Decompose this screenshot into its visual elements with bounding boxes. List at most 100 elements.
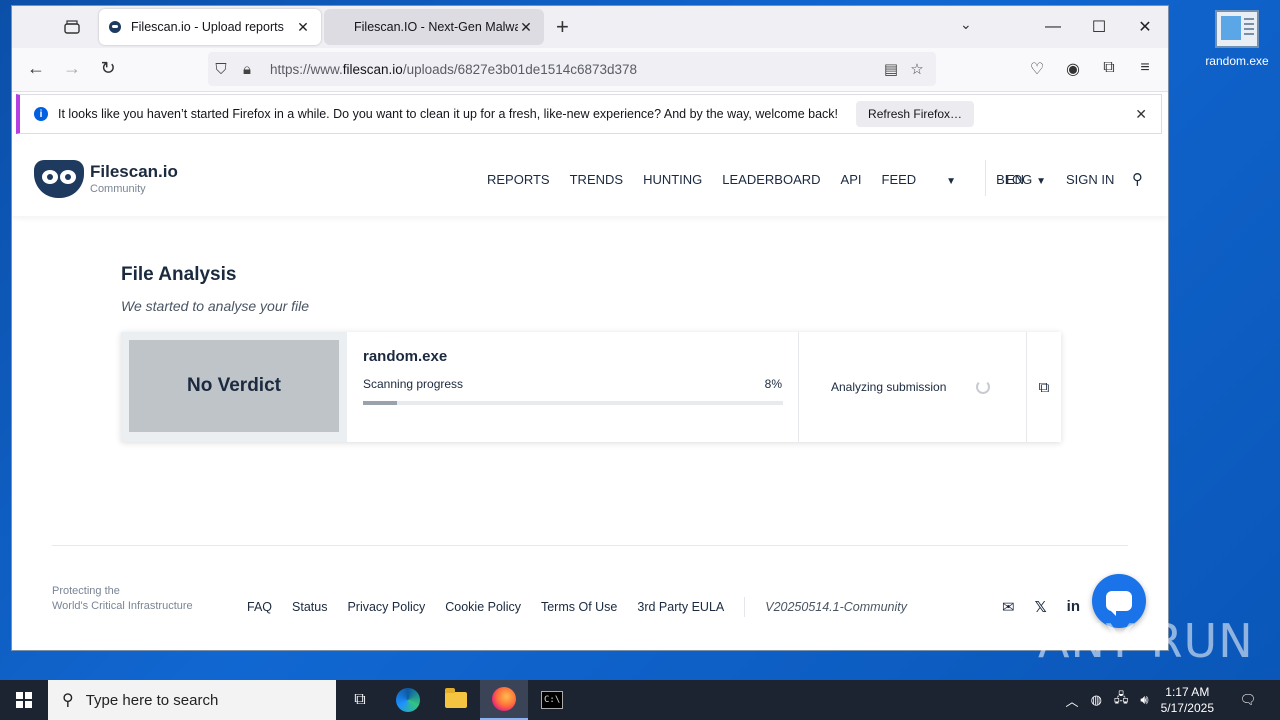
tracking-shield-icon[interactable]: ⛉ [208, 61, 234, 78]
nav-trends[interactable]: TRENDS [570, 172, 623, 187]
network-icon[interactable]: 🖧︎ [1114, 689, 1129, 711]
progress-label: Scanning progress [363, 377, 464, 391]
forward-arrow-icon[interactable]: → [60, 58, 84, 79]
close-tab-icon[interactable]: ✕ [518, 19, 534, 36]
progress-row: Scanning progress 8% [363, 377, 782, 391]
file-info: random.exe Scanning progress 8% [347, 332, 799, 442]
filescan-favicon-icon [109, 21, 121, 33]
taskbar-search[interactable]: ⚲ Type here to search [48, 680, 336, 720]
firefox-icon [492, 687, 516, 711]
search-icon[interactable]: ⚲ [1132, 170, 1143, 188]
firefox-taskbar-button[interactable] [480, 680, 528, 720]
analysis-result-card: No Verdict random.exe Scanning progress … [121, 332, 1061, 442]
nav-api[interactable]: API [841, 172, 862, 187]
email-icon[interactable]: ✉ [1002, 598, 1015, 616]
refresh-firefox-button[interactable]: Refresh Firefox… [856, 101, 975, 127]
maximize-icon[interactable]: ☐ [1076, 6, 1122, 48]
owl-logo-icon [32, 156, 86, 200]
lock-icon[interactable]: 🔒︎ [234, 61, 260, 78]
account-icon[interactable]: ◉ [1062, 59, 1084, 79]
desktop-icon-label: random.exe [1205, 54, 1269, 68]
tab-title: Filescan.io - Upload reports [131, 20, 284, 34]
window-controls: — ☐ ✕ [1030, 6, 1168, 48]
page-title: File Analysis [121, 264, 237, 285]
executable-icon [1215, 10, 1259, 48]
footer-link-eula[interactable]: 3rd Party EULA [637, 600, 724, 617]
new-tab-plus-icon[interactable]: + [556, 14, 569, 40]
footer-link-status[interactable]: Status [292, 600, 327, 617]
chevron-up-icon[interactable]: ︿ [1066, 691, 1079, 710]
progress-percent: 8% [764, 377, 782, 391]
tab-title: Filescan.IO - Next-Gen Malwar [354, 20, 518, 34]
language-label: EN [1006, 172, 1025, 187]
footer-link-faq[interactable]: FAQ [247, 600, 272, 617]
nav-leaderboard[interactable]: LEADERBOARD [722, 172, 820, 187]
language-selector[interactable]: EN ▼ [1006, 172, 1046, 187]
url-bar[interactable]: ⛉ 🔒︎ https://www.filescan.io/uploads/682… [208, 52, 936, 86]
pocket-icon[interactable]: ♡ [1026, 59, 1048, 79]
verdict-badge: No Verdict [129, 340, 339, 432]
cmd-taskbar-button[interactable]: C:\ [528, 680, 576, 720]
bookmark-star-icon[interactable]: ☆ [904, 60, 930, 78]
close-window-icon[interactable]: ✕ [1122, 6, 1168, 48]
progress-bar [363, 401, 783, 405]
footer-link-privacy[interactable]: Privacy Policy [347, 600, 425, 617]
start-button[interactable] [0, 680, 48, 720]
footer-link-terms[interactable]: Terms Of Use [541, 600, 617, 617]
tab-filescan-upload[interactable]: Filescan.io - Upload reports ✕ [99, 9, 321, 45]
nav-feed-label: FEED [881, 172, 917, 187]
terminal-icon: C:\ [541, 691, 563, 709]
toolbar-right: ♡ ◉ ⧉ ≡ [1026, 59, 1156, 79]
file-explorer-taskbar-button[interactable] [432, 680, 480, 720]
search-icon: ⚲ [62, 692, 74, 709]
chevron-down-icon: ▼ [1036, 176, 1046, 187]
folder-icon [445, 688, 467, 708]
clock-time: 1:17 AM [1165, 685, 1210, 699]
edge-taskbar-button[interactable] [384, 680, 432, 720]
firefox-view-button[interactable] [52, 11, 92, 43]
list-all-tabs-chevron-icon[interactable]: ⌄ [960, 16, 972, 33]
progress-bar-fill [363, 401, 397, 405]
clock[interactable]: 1:17 AM 5/17/2025 [1161, 684, 1214, 716]
footer-divider [52, 545, 1128, 546]
minimize-icon[interactable]: — [1030, 6, 1076, 48]
task-view-icon[interactable]: ⧉ [336, 680, 384, 720]
loading-spinner-icon [976, 380, 991, 394]
sign-in-link[interactable]: SIGN IN [1066, 172, 1114, 187]
reader-view-icon[interactable]: ▤ [878, 60, 904, 78]
status-text: Analyzing submission [831, 380, 947, 394]
hamburger-menu-icon[interactable]: ≡ [1134, 59, 1156, 79]
filescan-logo[interactable]: Filescan.io Community [32, 156, 178, 200]
anyrun-watermark: ANY RUN [1038, 614, 1254, 668]
windows-logo-icon [16, 692, 32, 708]
nav-feed[interactable]: FEED ▼ [882, 172, 977, 187]
verdict-panel: No Verdict [121, 332, 347, 442]
notification-center-icon[interactable]: 🗨︎ [1228, 692, 1268, 708]
nav-reports[interactable]: REPORTS [487, 172, 550, 187]
chevron-down-icon: ▼ [946, 176, 957, 187]
url-domain: filescan.io [342, 61, 403, 77]
close-notification-icon[interactable]: ✕ [1135, 106, 1147, 123]
desktop-file-icon[interactable]: random.exe [1198, 10, 1276, 68]
logo-name: Filescan.io [90, 161, 178, 181]
nav-divider [985, 160, 986, 196]
back-arrow-icon[interactable]: ← [24, 58, 48, 79]
open-external-icon[interactable]: ⧉ [1027, 332, 1061, 442]
logo-subtitle: Community [90, 182, 146, 195]
url-path: /uploads/6827e3b01de1514c6873d378 [402, 61, 638, 77]
extensions-puzzle-icon[interactable]: ⧉ [1098, 59, 1120, 79]
reload-icon[interactable]: ↻ [96, 58, 120, 79]
nav-hunting[interactable]: HUNTING [643, 172, 702, 187]
footer-link-cookie[interactable]: Cookie Policy [445, 600, 521, 617]
volume-icon[interactable]: 🔊︎ [1140, 692, 1148, 708]
close-tab-icon[interactable]: ✕ [295, 19, 311, 36]
firefox-window: Filescan.io - Upload reports ✕ Filescan.… [12, 6, 1168, 650]
tab-filescan-home[interactable]: Filescan.IO - Next-Gen Malwar ✕ [324, 9, 544, 45]
url-text[interactable]: https://www.filescan.io/uploads/6827e3b0… [270, 62, 878, 77]
meet-now-icon[interactable]: ◍ [1091, 692, 1102, 708]
system-tray: ︿ ◍ 🖧︎ 🔊︎ 1:17 AM 5/17/2025 🗨︎ [1066, 680, 1280, 720]
firefox-view-icon [64, 20, 80, 34]
refresh-firefox-notification: i It looks like you haven’t started Fire… [16, 94, 1162, 134]
tagline-line-1: Protecting the [52, 585, 120, 597]
status-cell: Analyzing submission [799, 332, 1027, 442]
